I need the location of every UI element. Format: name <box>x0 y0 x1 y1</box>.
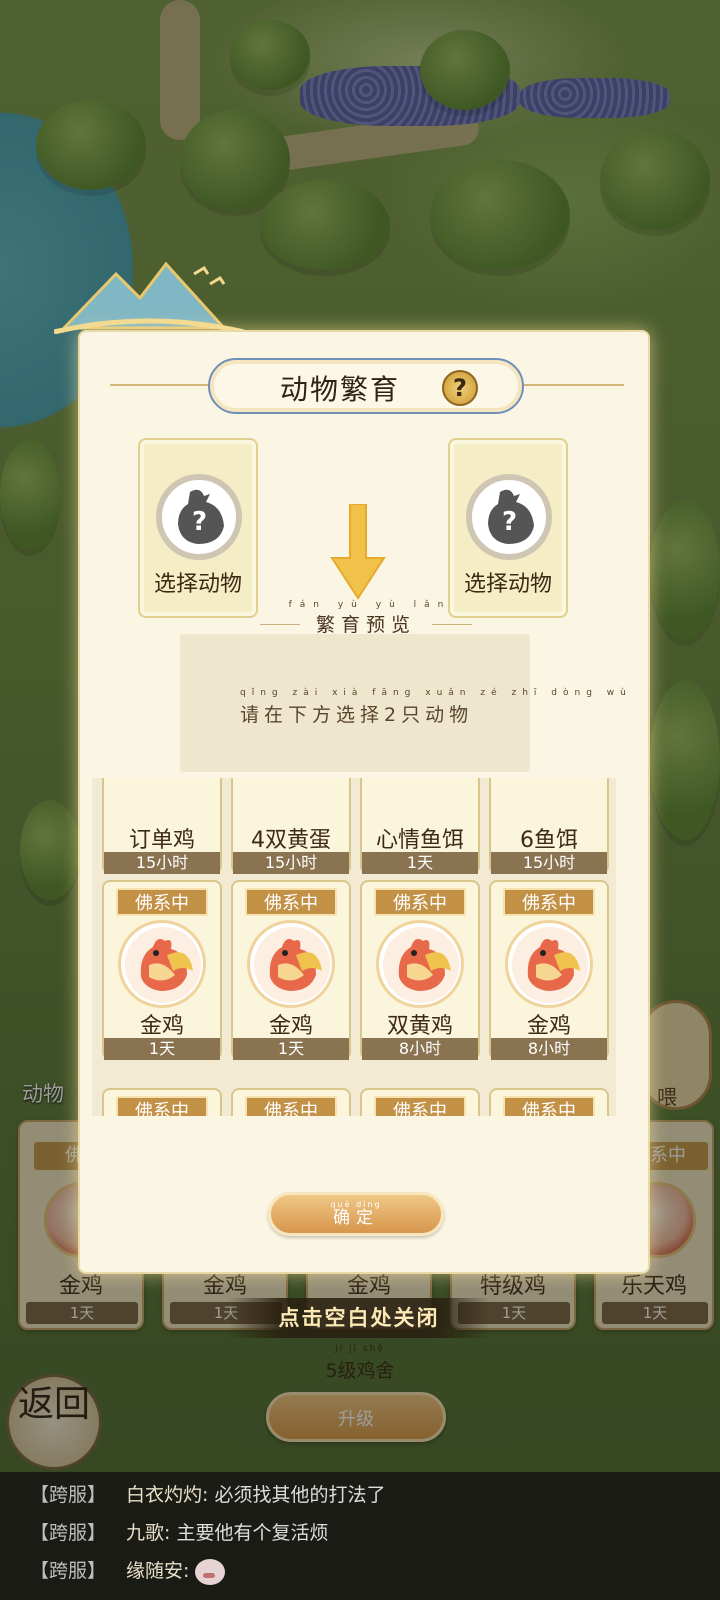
status-tag: 佛系中 <box>116 1096 208 1116</box>
golden-chicken-icon <box>505 920 593 1008</box>
select-animal-label: 选择动物 <box>463 572 552 597</box>
preview-hint-pinyin: qǐng zài xià fāng xuǎn zé zhī dòng wù <box>240 688 632 698</box>
select-animal-label: 选择动物 <box>153 572 242 597</box>
animal-card[interactable]: 佛系中 金鸡 1天 <box>231 880 351 1060</box>
animal-card[interactable]: 佛系中 金鸡 8小时 <box>489 880 609 1060</box>
animal-card[interactable]: 佛系中 <box>489 1088 609 1116</box>
parent-slot-right[interactable]: ? 选择动物 <box>448 438 568 618</box>
sad-face-emoji-icon <box>195 1558 226 1585</box>
chat-user: 缘随安 <box>126 1560 184 1582</box>
close-hint[interactable]: 点击空白处关闭 <box>228 1298 490 1338</box>
preview-hint: 请在下方选择2只动物 <box>240 704 474 726</box>
mountain-ornament-icon <box>54 261 244 334</box>
animal-name: 金鸡 <box>139 1014 184 1039</box>
golden-chicken-icon <box>247 920 335 1008</box>
status-tag: 佛系中 <box>116 888 208 916</box>
chat-user: 九歌 <box>126 1522 165 1544</box>
animal-card[interactable]: 6鱼饵 15小时 <box>489 778 609 874</box>
chat-user: 白衣灼灼 <box>126 1484 203 1506</box>
chat-panel[interactable]: 【跨服】 白衣灼灼: 必须找其他的打法了 【跨服】 九歌: 主要他有个复活烦 【跨服… <box>0 1472 720 1600</box>
title-divider <box>110 384 210 386</box>
chat-text: : <box>183 1560 190 1582</box>
status-tag: 佛系中 <box>503 888 595 916</box>
chat-message: 【跨服】 九歌: 主要他有个复活烦 <box>30 1518 328 1548</box>
animal-card[interactable]: 佛系中 <box>102 1088 222 1116</box>
animal-name: 订单鸡 <box>128 828 195 853</box>
animal-card[interactable]: 佛系中 <box>231 1088 351 1116</box>
title-divider <box>524 384 624 386</box>
animal-card[interactable]: 佛系中 金鸡 1天 <box>102 880 222 1060</box>
chat-text: : 必须找其他的打法了 <box>202 1484 386 1506</box>
chat-channel: 【跨服】 <box>30 1484 107 1506</box>
svg-text:?: ? <box>502 507 517 537</box>
chat-channel: 【跨服】 <box>30 1522 107 1544</box>
unknown-chicken-icon: ? <box>466 474 552 560</box>
animal-time: 1天 <box>104 1038 220 1060</box>
parent-slot-left[interactable]: ? 选择动物 <box>138 438 258 618</box>
confirm-button[interactable]: què dìng 确定 <box>268 1192 444 1236</box>
animal-time: 8小时 <box>362 1038 478 1060</box>
confirm-label: 确定 <box>333 1208 379 1228</box>
breeding-modal: 动物繁育 ? ? 选择动物 ? 选择动物 fán yù yù lǎn 繁育预览 … <box>78 330 650 1274</box>
animal-card[interactable]: 佛系中 <box>360 1088 480 1116</box>
animal-card[interactable]: 4双黄蛋 15小时 <box>231 778 351 874</box>
status-tag: 佛系中 <box>374 888 466 916</box>
modal-title: 动物繁育 <box>280 373 401 406</box>
chat-channel: 【跨服】 <box>30 1560 107 1582</box>
status-tag: 佛系中 <box>245 888 337 916</box>
animal-time: 15小时 <box>491 852 607 874</box>
status-tag: 佛系中 <box>245 1096 337 1116</box>
animal-card[interactable]: 订单鸡 15小时 <box>102 778 222 874</box>
svg-text:?: ? <box>192 507 207 537</box>
double-yolk-chicken-icon <box>376 920 464 1008</box>
animal-time: 8小时 <box>491 1038 607 1060</box>
status-tag: 佛系中 <box>503 1096 595 1116</box>
animal-name: 4双黄蛋 <box>251 828 331 853</box>
animal-name: 金鸡 <box>268 1014 313 1039</box>
status-tag: 佛系中 <box>374 1096 466 1116</box>
modal-title-bar: 动物繁育 ? <box>208 358 524 414</box>
preview-heading-pinyin: fán yù yù lǎn <box>288 600 452 610</box>
animal-time: 1天 <box>362 852 478 874</box>
animal-card[interactable]: 佛系中 双黄鸡 8小时 <box>360 880 480 1060</box>
breed-preview-box: qǐng zài xià fāng xuǎn zé zhī dòng wù 请在… <box>180 634 626 772</box>
preview-heading-text: 繁育预览 <box>315 614 416 636</box>
chat-text: : 主要他有个复活烦 <box>164 1522 329 1544</box>
animal-card[interactable]: 心情鱼饵 1天 <box>360 778 480 874</box>
breed-arrow-icon <box>330 504 386 600</box>
animal-name: 金鸡 <box>526 1014 571 1039</box>
animal-time: 15小时 <box>233 852 349 874</box>
animal-name: 6鱼饵 <box>520 828 578 853</box>
golden-chicken-icon <box>118 920 206 1008</box>
animal-name: 心情鱼饵 <box>375 828 464 853</box>
chat-message: 【跨服】 白衣灼灼: 必须找其他的打法了 <box>30 1480 385 1510</box>
unknown-chicken-icon: ? <box>156 474 242 560</box>
help-icon[interactable]: ? <box>442 370 478 406</box>
animal-time: 1天 <box>233 1038 349 1060</box>
chat-message: 【跨服】 缘随安: <box>30 1556 226 1586</box>
animal-name: 双黄鸡 <box>386 1014 453 1039</box>
animal-selection-grid[interactable]: 订单鸡 15小时 4双黄蛋 15小时 心情鱼饵 1天 6鱼饵 15小时 佛系中 … <box>92 778 616 1116</box>
animal-time: 15小时 <box>104 852 220 874</box>
confirm-pinyin: què dìng <box>330 1200 382 1209</box>
